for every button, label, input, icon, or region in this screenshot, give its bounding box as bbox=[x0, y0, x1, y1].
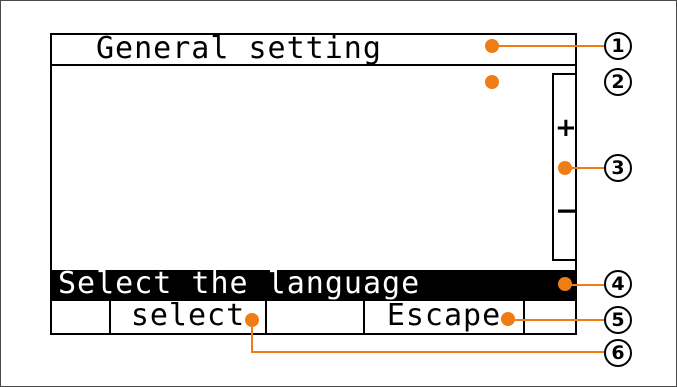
callout-4: 4 bbox=[604, 270, 632, 298]
callout-6-leader bbox=[251, 320, 605, 353]
callout-6: 6 bbox=[604, 339, 632, 367]
callout-3: 3 bbox=[604, 154, 632, 182]
callout-1: 1 bbox=[604, 32, 632, 60]
callout-2: 2 bbox=[604, 68, 632, 96]
callout-5: 5 bbox=[604, 306, 632, 334]
callout-6-marker bbox=[245, 313, 259, 327]
